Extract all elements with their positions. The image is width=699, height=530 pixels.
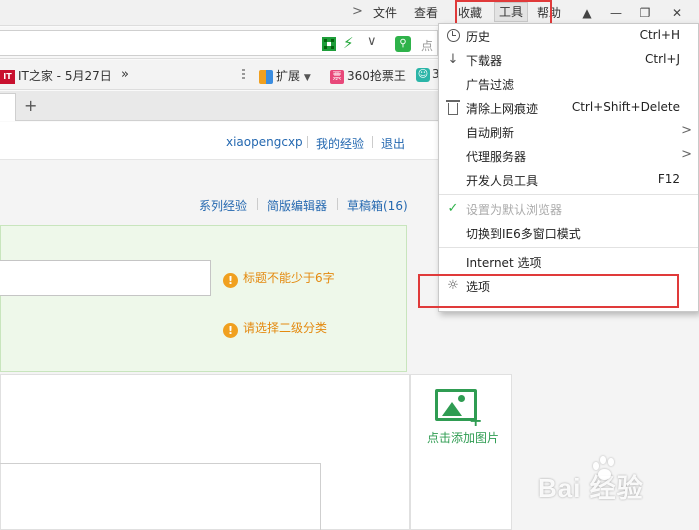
extensions-label: 扩展 — [276, 69, 301, 83]
extensions-button[interactable]: 扩展 ▼ — [259, 67, 311, 84]
menu-item-label: 开发人员工具 — [466, 174, 539, 188]
category-warning-text: 请选择二级分类 — [243, 321, 328, 335]
bookmark-label: 360抢票王 — [347, 69, 406, 83]
title-warning: ! 标题不能少于6字 — [223, 269, 335, 288]
add-image-panel[interactable]: + 点击添加图片 — [410, 374, 512, 530]
close-icon: ✕ — [671, 6, 683, 20]
menu-item-shortcut: F12 — [657, 172, 680, 186]
bookmark-next[interactable]: ☺ 3 — [416, 67, 440, 82]
title-warning-text: 标题不能少于6字 — [243, 271, 335, 285]
content-editor — [0, 374, 410, 530]
chevron-down-icon[interactable]: ∨ — [367, 34, 377, 49]
simple-editor-link[interactable]: 简版编辑器 — [267, 197, 327, 214]
menu-item-shortcut: Ctrl+H — [639, 28, 680, 42]
bookmark-label: IT之家 - 5月27日 — [18, 69, 112, 83]
menu-item-auto-refresh[interactable]: 自动刷新 > — [439, 120, 698, 144]
menu-item-label: 历史 — [466, 30, 491, 44]
menu-item-label: 自动刷新 — [466, 126, 515, 140]
article-form: ! 标题不能少于6字 ! 请选择二级分类 — [0, 225, 407, 372]
tools-dropdown-menu: 历史 Ctrl+H ↓ 下载器 Ctrl+J 广告过滤 清除上网痕迹 Ctrl+… — [438, 23, 699, 312]
bookmarks-more-button[interactable]: » — [121, 67, 129, 82]
menu-item-clear-traces[interactable]: 清除上网痕迹 Ctrl+Shift+Delete — [439, 96, 698, 120]
category-warning: ! 请选择二级分类 — [223, 319, 327, 338]
trash-icon — [445, 100, 461, 116]
menu-file[interactable]: 文件 — [373, 4, 397, 21]
menu-item-shortcut: Ctrl+Shift+Delete — [571, 100, 680, 114]
menu-item-internet-options[interactable]: Internet 选项 — [439, 250, 698, 274]
speed-mode-icon[interactable]: ⚡ — [343, 34, 354, 52]
divider — [257, 198, 258, 210]
caret-down-icon: ▼ — [303, 73, 311, 83]
menu-item-ad-filter[interactable]: 广告过滤 — [439, 72, 698, 96]
minimize-button[interactable]: — — [603, 2, 627, 22]
menu-item-label: Internet 选项 — [466, 256, 542, 270]
menu-item-label: 清除上网痕迹 — [466, 102, 539, 116]
warning-icon: ! — [223, 273, 238, 288]
checkmark-icon: ✓ — [447, 201, 459, 216]
clock-icon — [445, 28, 461, 44]
warning-icon: ! — [223, 323, 238, 338]
plus-icon: + — [469, 411, 483, 430]
divider — [372, 136, 373, 148]
divider — [307, 136, 308, 148]
logout-link[interactable]: 退出 — [381, 135, 405, 152]
baidu-paw-icon — [590, 454, 620, 482]
menu-item-downloader[interactable]: ↓ 下载器 Ctrl+J — [439, 48, 698, 72]
tab-current[interactable]: × — [0, 93, 16, 121]
highlight-options-item — [418, 274, 679, 308]
menu-item-label: 代理服务器 — [466, 150, 527, 164]
shirt-icon: ▲ — [582, 6, 592, 20]
menu-item-proxy[interactable]: 代理服务器 > — [439, 144, 698, 168]
address-input[interactable]: ⚡ ∨ ⚲ 点 — [0, 30, 438, 56]
address-hint: 点 — [421, 39, 434, 53]
menu-item-label: 切换到IE6多窗口模式 — [466, 227, 581, 241]
menu-item-label: 下载器 — [466, 54, 503, 68]
menu-item-history[interactable]: 历史 Ctrl+H — [439, 24, 698, 48]
series-experience-link[interactable]: 系列经验 — [199, 197, 247, 214]
username-link[interactable]: xiaopengcxp — [226, 135, 303, 149]
extensions-icon — [259, 69, 273, 84]
menu-separator — [439, 194, 698, 195]
baidu-watermark: Bai 经验 — [538, 456, 688, 508]
divider — [337, 198, 338, 210]
menu-separator — [439, 247, 698, 248]
menu-item-devtools[interactable]: 开发人员工具 F12 — [439, 168, 698, 192]
bookmark-ticket[interactable]: 票 360抢票王 — [330, 67, 406, 84]
download-arrow-icon: ↓ — [447, 52, 459, 67]
search-icon[interactable]: ⚲ — [395, 36, 411, 52]
new-tab-button[interactable]: + — [24, 96, 37, 115]
menu-item-label: 设置为默认浏览器 — [466, 203, 563, 217]
skin-button[interactable]: ▲ — [574, 2, 598, 22]
ticket-icon: 票 — [330, 69, 344, 84]
add-image-label: 点击添加图片 — [427, 431, 500, 445]
menu-view[interactable]: 查看 — [414, 4, 438, 21]
editor-textarea[interactable] — [0, 463, 321, 530]
bookmark-ithome[interactable]: IT IT之家 - 5月27日 — [0, 67, 112, 84]
maximize-icon: ❐ — [639, 6, 651, 20]
menu-item-shortcut: Ctrl+J — [645, 52, 680, 66]
drafts-link[interactable]: 草稿箱(16) — [347, 197, 408, 214]
my-experience-link[interactable]: 我的经验 — [316, 135, 364, 152]
menu-item-ie6-mode[interactable]: 切换到IE6多窗口模式 — [439, 221, 698, 245]
minimize-icon: — — [610, 6, 622, 20]
close-window-button[interactable]: ✕ — [664, 2, 688, 22]
menu-item-set-default-browser: ✓ 设置为默认浏览器 — [439, 197, 698, 221]
menu-item-label: 广告过滤 — [466, 78, 515, 92]
chevron-right-icon: > — [681, 123, 692, 138]
smile-icon: ☺ — [416, 67, 430, 82]
toolbar-grip — [242, 69, 245, 81]
qrcode-icon[interactable] — [322, 37, 336, 51]
menu-overflow-chevron-icon[interactable]: > — [352, 4, 363, 19]
title-input[interactable] — [0, 260, 211, 296]
ithome-logo-icon: IT — [0, 69, 15, 84]
maximize-button[interactable]: ❐ — [632, 2, 656, 22]
chevron-right-icon: > — [681, 147, 692, 162]
